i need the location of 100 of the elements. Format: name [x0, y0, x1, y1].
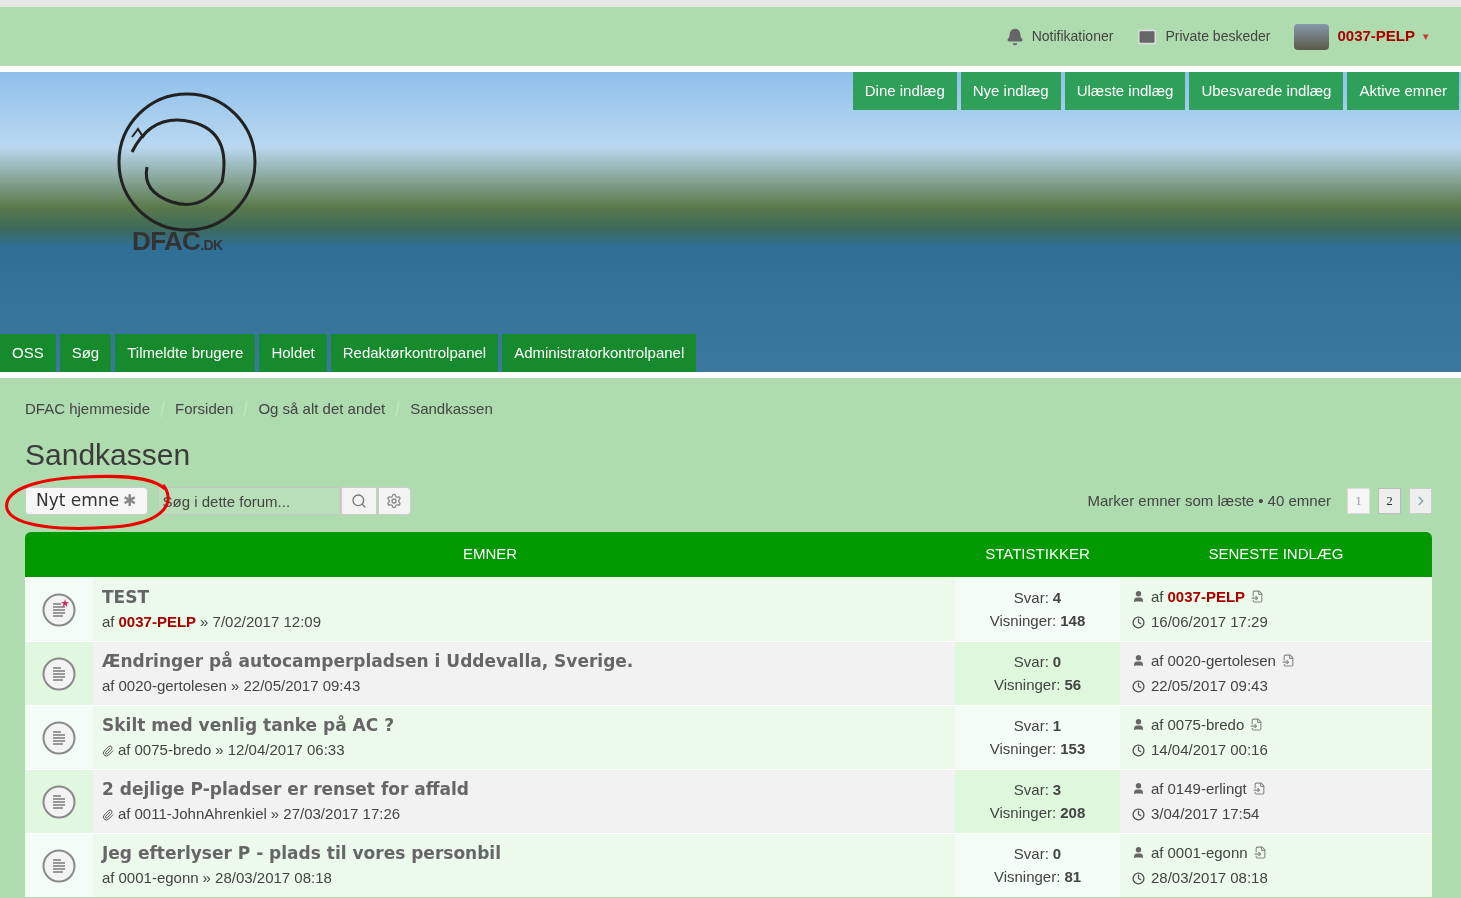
author-link[interactable]: 0075-bredo — [134, 739, 212, 762]
topic-title-link[interactable]: Skilt med venlig tanke på AC ? — [102, 715, 394, 737]
avatar-photo — [1294, 23, 1330, 50]
next-page-button[interactable] — [1409, 488, 1432, 514]
breadcrumb-link[interactable]: Sandkassen — [410, 397, 493, 421]
quick-link[interactable]: Ubesvarede indlæg — [1189, 72, 1344, 110]
topic-icon — [42, 848, 76, 883]
views-count: 208 — [1060, 802, 1086, 823]
caret-icon: ▾ — [1423, 28, 1429, 45]
views-count: 148 — [1060, 610, 1086, 631]
quick-link[interactable]: Aktive emner — [1347, 72, 1459, 110]
quick-link[interactable]: Ulæste indlæg — [1064, 72, 1186, 110]
clock-icon — [1132, 871, 1145, 885]
topic-title-link[interactable]: Jeg efterlyser P - plads til vores personbil — [102, 843, 501, 865]
post-date: » 22/05/2017 09:43 — [230, 676, 361, 697]
last-post-time: 22/05/2017 09:43 — [1151, 676, 1268, 696]
quick-link[interactable]: Nye indlæg — [960, 72, 1061, 110]
go-to-post-icon[interactable] — [1281, 654, 1295, 668]
replies-count: 0 — [1052, 844, 1062, 864]
views-label: Visninger: — [993, 866, 1061, 887]
replies-count: 4 — [1052, 588, 1062, 608]
breadcrumb-link[interactable]: Og så alt det andet — [258, 397, 386, 421]
by-label: af — [102, 612, 115, 633]
author-link[interactable]: 0149-erlingt — [1167, 777, 1247, 800]
quick-link[interactable]: Dine indlæg — [852, 72, 957, 110]
author-link[interactable]: 0001-egonn — [118, 867, 199, 890]
settings-icon — [386, 493, 402, 509]
user-icon — [1132, 846, 1145, 860]
views-label: Visninger: — [989, 738, 1057, 759]
topic-count: • 40 emner — [1258, 490, 1331, 511]
mark-read-link[interactable]: Marker emner som læste — [1087, 489, 1255, 513]
post-date: » 12/04/2017 06:33 — [215, 740, 345, 761]
nav-tab[interactable]: Holdet — [259, 334, 327, 372]
replies-label: Svar: — [1013, 844, 1049, 864]
topic-title-link[interactable]: 2 dejlige P-pladser er renset for affald — [102, 779, 469, 801]
author-link[interactable]: 0011-JohnAhrenkiel — [134, 803, 267, 826]
go-to-post-icon[interactable] — [1251, 590, 1265, 604]
nav-tab[interactable]: Tilmeldte brugere — [115, 334, 256, 372]
clock-icon — [1132, 679, 1145, 693]
page-link[interactable]: 2 — [1378, 488, 1401, 514]
username: 0037-PELP — [1337, 26, 1415, 47]
by-label: af — [118, 804, 131, 825]
by-label: af — [1151, 586, 1164, 607]
nav-tab[interactable]: Søg — [59, 334, 112, 372]
author-link[interactable]: 0075-bredo — [1167, 713, 1245, 736]
forum-title: Sandkassen — [25, 440, 192, 470]
topic-icon — [42, 720, 76, 755]
views-label: Visninger: — [989, 610, 1057, 631]
user-icon — [1132, 654, 1145, 668]
author-link[interactable]: 0001-egonn — [1167, 841, 1248, 864]
post-date: » 7/02/2017 12:09 — [200, 612, 321, 633]
nav-tab[interactable]: Administratorkontrolpanel — [502, 334, 697, 372]
user-menu[interactable]: 0037-PELP ▾ — [1294, 23, 1429, 50]
by-label: af — [1151, 778, 1164, 799]
topic-icon — [42, 656, 76, 691]
go-to-post-icon[interactable] — [1253, 846, 1267, 860]
last-post-time: 28/03/2017 08:18 — [1151, 868, 1268, 888]
views-label: Visninger: — [993, 674, 1061, 695]
user-icon — [1132, 782, 1145, 796]
topic-icon — [42, 784, 76, 819]
go-to-post-icon[interactable] — [1250, 718, 1264, 732]
replies-label: Svar: — [1013, 652, 1049, 672]
author-link[interactable]: 0037-PELP — [1167, 585, 1246, 608]
post-date: » 28/03/2017 08:18 — [202, 868, 332, 889]
author-link[interactable]: 0020-gertolesen — [1167, 649, 1276, 672]
unread-topic-icon — [42, 592, 76, 627]
nav-tab[interactable]: Redaktørkontrolpanel — [330, 334, 499, 372]
views-label: Visninger: — [989, 802, 1057, 823]
user-icon — [1132, 590, 1145, 604]
breadcrumb-link[interactable]: Forsiden — [175, 397, 234, 421]
replies-label: Svar: — [1013, 716, 1049, 736]
author-link[interactable]: 0037-PELP — [118, 611, 197, 634]
replies-count: 1 — [1052, 716, 1062, 736]
views-count: 153 — [1060, 738, 1086, 759]
views-count: 81 — [1064, 866, 1082, 887]
go-to-post-icon[interactable] — [1252, 782, 1266, 796]
bell-icon — [1005, 27, 1024, 46]
new-topic-button[interactable]: Nyt emne ✱ — [25, 487, 148, 515]
search-button[interactable] — [340, 487, 377, 515]
settings-button[interactable] — [377, 487, 411, 515]
private-messages-link[interactable]: Private beskeder — [1137, 26, 1271, 47]
post-date: » 27/03/2017 17:26 — [270, 804, 401, 825]
by-label: af — [102, 868, 115, 889]
by-label: af — [1151, 842, 1164, 863]
replies-count: 0 — [1052, 652, 1062, 672]
by-label: af — [1151, 714, 1164, 735]
column-header: EMNER — [461, 544, 519, 565]
replies-count: 3 — [1052, 780, 1062, 800]
breadcrumb-link[interactable]: DFAC hjemmeside — [25, 397, 151, 421]
last-post-time: 14/04/2017 00:16 — [1151, 740, 1268, 760]
nav-tab[interactable]: OSS — [0, 334, 56, 372]
column-header: SENESTE INDLÆG — [1207, 544, 1345, 565]
author-link[interactable]: 0020-gertolesen — [118, 675, 227, 698]
last-post-time: 16/06/2017 17:29 — [1151, 612, 1268, 632]
search-icon — [350, 493, 367, 509]
by-label: af — [1151, 650, 1164, 671]
topic-title-link[interactable]: TEST — [102, 587, 150, 609]
by-label: af — [118, 740, 131, 761]
notifications-link[interactable]: Notifikationer — [1005, 26, 1114, 47]
topic-title-link[interactable]: Ændringer på autocamperpladsen i Uddevalla, Sverige. — [102, 651, 634, 673]
